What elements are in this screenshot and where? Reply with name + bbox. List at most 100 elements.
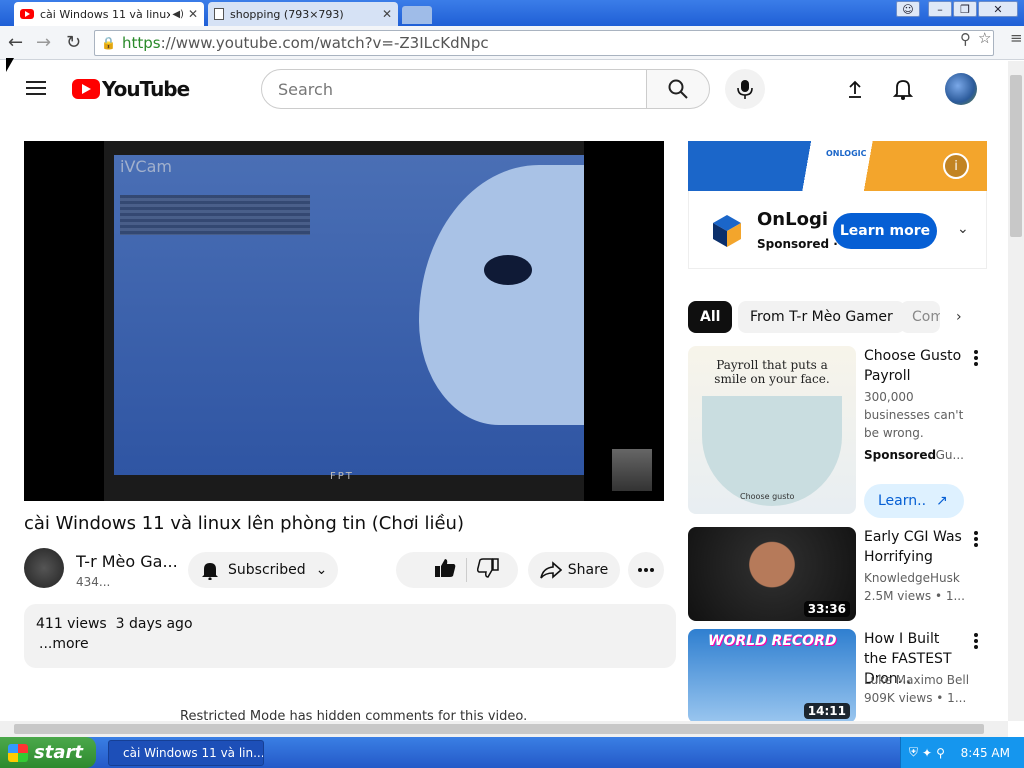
rec-title[interactable]: Choose Gusto Payroll — [864, 346, 964, 386]
rec-channel[interactable]: KnowledgeHusk — [864, 571, 960, 585]
subscribed-label: Subscribed — [228, 562, 306, 578]
url-scheme: https — [121, 34, 161, 52]
minimize-button[interactable]: – — [928, 1, 952, 17]
rec-description: 300,000 businesses can't be wrong. Choos… — [864, 390, 964, 440]
video-title: cài Windows 11 và linux lên phòng tin (C… — [24, 513, 464, 534]
rec-title[interactable]: Early CGI Was Horrifying — [864, 527, 964, 567]
ad-thumbnail[interactable]: Payroll that puts a smile on your face. … — [688, 346, 856, 514]
taskbar-task-chrome[interactable]: cài Windows 11 và lin... — [108, 740, 264, 766]
ad-sponsored: Sponsored · — [757, 237, 838, 251]
tab-title: shopping (793×793) — [230, 7, 344, 21]
video-thumbnail[interactable]: WORLD RECORD 14:11 — [688, 629, 856, 721]
upload-date: 3 days ago — [115, 616, 193, 632]
search-input[interactable]: Search — [261, 69, 647, 109]
sponsor-name: · Gu... — [928, 448, 964, 462]
duration-badge: 14:11 — [803, 703, 850, 719]
chip-more[interactable]: Com — [900, 301, 940, 333]
more-actions-button[interactable] — [628, 552, 664, 588]
description-box[interactable]: 411 views 3 days ago ...more — [24, 604, 676, 668]
list-item[interactable]: 33:36 Early CGI Was Horrifying Knowledge… — [688, 527, 988, 621]
duration-badge: 33:36 — [803, 601, 850, 617]
tab-close-icon[interactable]: ✕ — [382, 7, 392, 21]
youtube-logo[interactable]: YouTube — [72, 77, 190, 101]
onlogic-logo-icon — [713, 215, 741, 247]
chevron-down-icon: ⌄ — [315, 562, 328, 578]
channel-name[interactable]: T-r Mèo Ga... — [76, 552, 176, 571]
like-icon[interactable] — [434, 558, 456, 582]
share-button[interactable]: Share — [528, 552, 620, 588]
thumbnail-brand: Choose gusto — [740, 492, 795, 501]
url-text: ://www.youtube.com/watch?v=-Z3ILcKdNpc — [160, 34, 489, 52]
microphone-icon — [737, 80, 753, 99]
chip-from-channel[interactable]: From T-r Mèo Gamer — [738, 301, 905, 333]
forward-icon[interactable]: → — [36, 32, 51, 53]
learn-button[interactable]: Learn.. ↗ — [864, 484, 964, 518]
new-tab-button[interactable] — [402, 6, 432, 24]
external-link-icon: ↗ — [936, 493, 948, 509]
ad-banner[interactable]: ONLOGIC i — [688, 141, 987, 191]
search-button[interactable] — [646, 69, 710, 109]
network-icon[interactable]: ✦ — [922, 746, 932, 760]
ad-name[interactable]: OnLogic — [757, 209, 827, 230]
restore-button[interactable]: ❐ — [953, 1, 977, 17]
system-tray: ⛨ ✦ ⚲ 8:45 AM — [900, 737, 1024, 768]
ad-banner-brand: ONLOGIC — [826, 149, 867, 158]
chevron-down-icon[interactable]: ⌄ — [957, 221, 969, 237]
more-vertical-icon[interactable] — [970, 348, 982, 368]
thumbnail-text: Payroll that puts a smile on your face. — [714, 358, 830, 386]
video-thumbnail[interactable]: 33:36 — [688, 527, 856, 621]
rec-channel[interactable]: Luke Maximo Bell — [864, 673, 969, 687]
document-favicon-icon — [214, 8, 224, 20]
share-label: Share — [567, 562, 609, 578]
chip-all[interactable]: All — [688, 301, 733, 333]
close-window-button[interactable]: ✕ — [978, 1, 1018, 17]
sponsored-label: Sponsored — [864, 448, 937, 462]
horizontal-scrollbar[interactable] — [0, 721, 1008, 737]
show-more-link[interactable]: ...more — [39, 636, 664, 652]
more-vertical-icon[interactable] — [970, 631, 982, 651]
start-button[interactable]: start — [0, 737, 96, 768]
logo-text: YouTube — [102, 77, 190, 101]
reload-icon[interactable]: ↻ — [66, 32, 81, 53]
upload-icon[interactable] — [843, 77, 867, 101]
youtube-favicon-icon — [20, 9, 34, 19]
notifications-bell-icon[interactable] — [891, 77, 915, 101]
info-icon[interactable]: i — [943, 153, 969, 179]
list-item[interactable]: WORLD RECORD 14:11 How I Built the FASTE… — [688, 629, 988, 721]
dislike-icon[interactable] — [476, 558, 499, 582]
share-icon — [540, 561, 562, 579]
list-item[interactable]: Payroll that puts a smile on your face. … — [688, 346, 988, 518]
scrollbar-thumb[interactable] — [14, 724, 984, 734]
windows-flag-icon — [8, 743, 28, 762]
address-bar[interactable]: 🔒 https ://www.youtube.com/watch?v=-Z3IL… — [94, 30, 994, 56]
vertical-scrollbar[interactable] — [1008, 61, 1024, 721]
menu-icon[interactable]: ≡ — [1010, 29, 1023, 47]
video-player[interactable]: iVCam FPT — [24, 141, 664, 501]
scrollbar-thumb[interactable] — [1010, 75, 1022, 237]
view-count: 411 views — [36, 616, 107, 632]
taskbar: start cài Windows 11 và lin... ⛨ ✦ ⚲ 8:4… — [0, 737, 1024, 768]
tab-strip: cài Windows 11 và linux l ◀) ✕ shopping … — [0, 0, 1024, 26]
tab-close-icon[interactable]: ✕ — [188, 7, 198, 21]
youtube-logo-icon — [72, 79, 100, 99]
thumbnail-text: WORLD RECORD — [708, 633, 837, 649]
learn-more-button[interactable]: Learn more — [833, 213, 937, 249]
shield-icon[interactable]: ⛨ — [909, 745, 918, 760]
channel-avatar[interactable] — [24, 548, 64, 588]
hamburger-menu-icon[interactable] — [26, 81, 46, 95]
back-icon[interactable]: ← — [8, 32, 23, 53]
speaker-icon[interactable]: ◀) — [172, 9, 184, 20]
bookmark-star-icon[interactable]: ☆ — [978, 29, 991, 47]
tab-shopping[interactable]: shopping (793×793) ✕ — [208, 2, 398, 26]
tab-youtube[interactable]: cài Windows 11 và linux l ◀) ✕ — [14, 2, 204, 26]
chevron-right-icon[interactable]: › — [956, 309, 962, 325]
account-avatar[interactable] — [945, 73, 977, 105]
user-icon[interactable]: ☺ — [896, 1, 920, 17]
more-vertical-icon[interactable] — [970, 529, 982, 549]
voice-search-button[interactable] — [725, 69, 765, 109]
subscribed-button[interactable]: Subscribed ⌄ — [188, 552, 338, 588]
key-icon[interactable]: ⚲ — [960, 30, 971, 48]
channel-subscribers: 434... — [76, 575, 111, 589]
search-icon[interactable]: ⚲ — [936, 746, 945, 760]
video-watermark: iVCam — [120, 157, 172, 176]
